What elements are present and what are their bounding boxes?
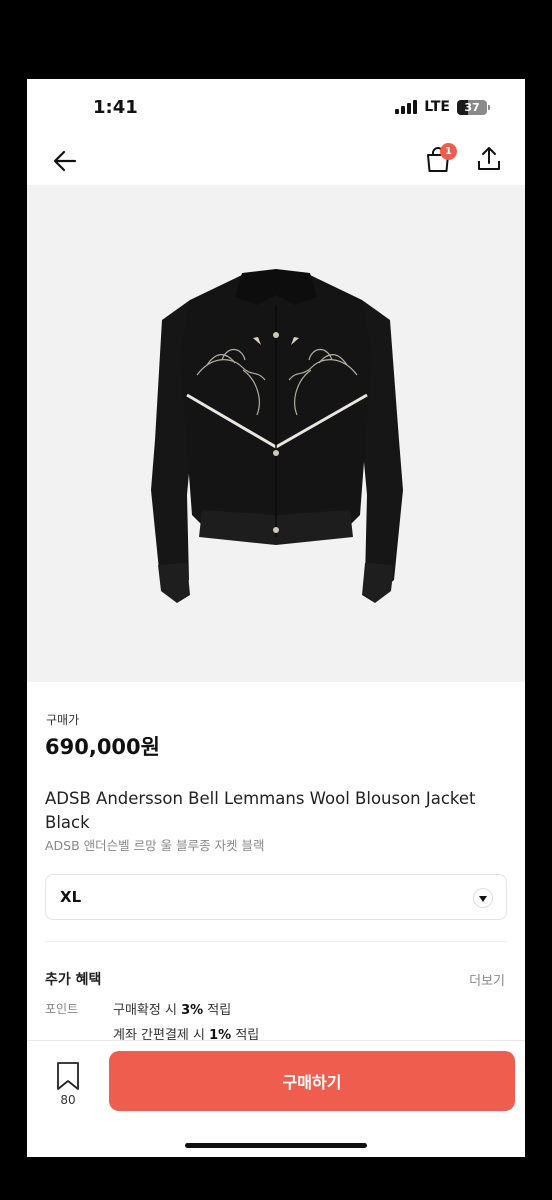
app-screen: 1:41 LTE 37 1 구매가 690,000원 ADSB Andersso…	[27, 79, 525, 1157]
point-benefit-purchase-value: 3%	[181, 1003, 204, 1018]
status-bar: 1:41 LTE 37	[27, 79, 525, 137]
cart-count-badge: 1	[440, 143, 457, 160]
product-price: 690,000원	[45, 735, 160, 759]
network-type: LTE	[424, 99, 450, 115]
product-subtitle: ADSB 앤더슨벨 르망 울 블루종 자켓 블랙	[45, 838, 265, 853]
point-benefit-purchase: 구매확정 시 3% 적립	[113, 999, 231, 1018]
battery-icon: 37	[457, 99, 490, 115]
point-label: 포인트	[45, 1002, 79, 1016]
price-label: 구매가	[46, 713, 80, 727]
status-indicators: LTE 37	[395, 99, 490, 115]
product-image[interactable]	[27, 185, 525, 682]
selected-size: XL	[60, 888, 82, 906]
signal-icon	[395, 100, 418, 114]
point-benefit-purchase-suffix: 적립	[203, 1003, 232, 1018]
point-benefit-purchase-prefix: 구매확정 시	[113, 1003, 182, 1018]
bookmark-count: 80	[60, 1093, 76, 1107]
size-select[interactable]: XL	[45, 874, 507, 920]
bookmark-icon[interactable]	[55, 1061, 81, 1091]
divider	[45, 941, 507, 942]
jacket-photo	[151, 269, 403, 603]
benefits-more-link[interactable]: 더보기	[469, 970, 505, 989]
share-icon[interactable]	[474, 144, 504, 174]
battery-level: 37	[464, 100, 480, 114]
buy-button[interactable]: 구매하기	[109, 1051, 515, 1111]
back-arrow-icon[interactable]	[49, 145, 81, 177]
chevron-down-icon	[473, 888, 493, 908]
product-title: ADSB Andersson Bell Lemmans Wool Blouson…	[45, 789, 476, 832]
bottom-action-bar: 80 구매하기	[27, 1040, 525, 1157]
top-nav: 1	[27, 137, 525, 185]
benefits-title: 추가 혜택	[45, 972, 102, 988]
status-time: 1:41	[93, 97, 138, 118]
home-indicator	[185, 1143, 367, 1148]
